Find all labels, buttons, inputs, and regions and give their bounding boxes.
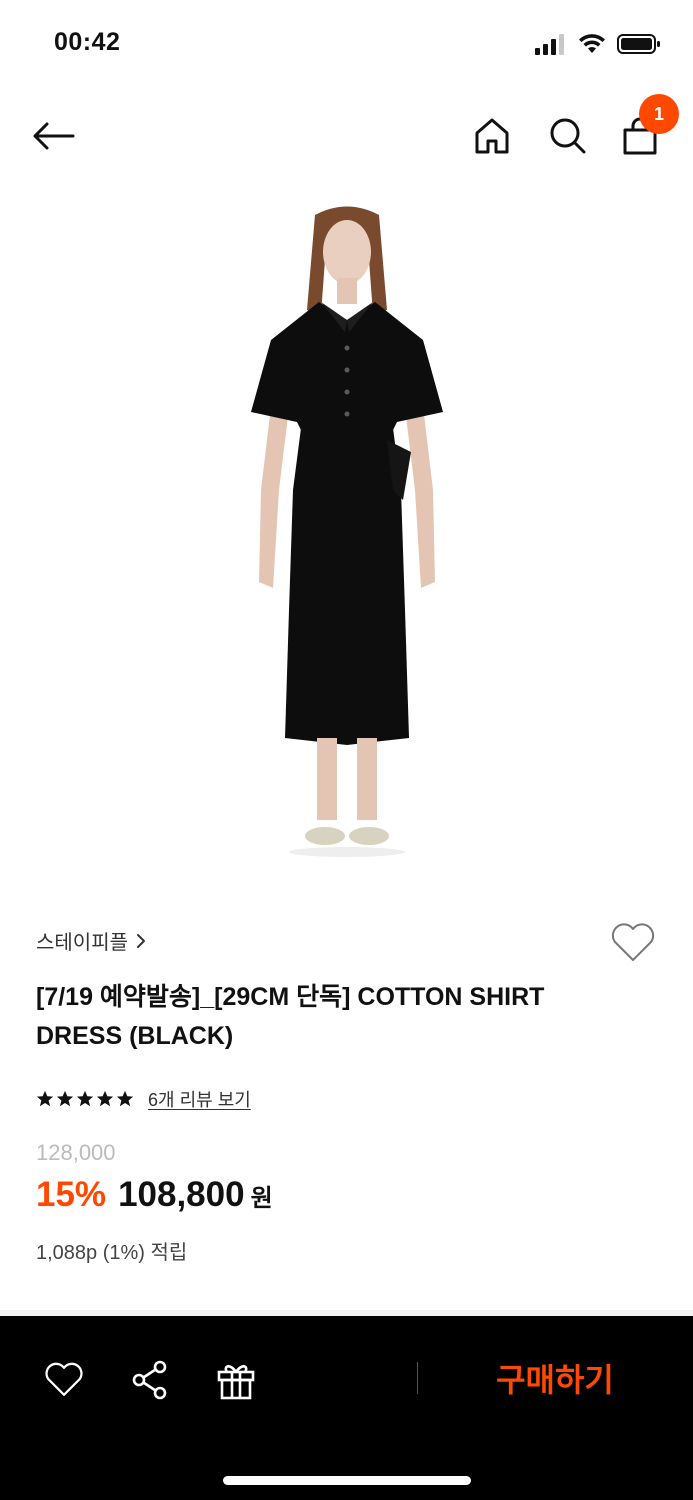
search-icon (550, 118, 586, 154)
model-face (322, 220, 371, 284)
home-button[interactable] (470, 112, 514, 160)
bottom-action-bar: 구매하기 (0, 1316, 693, 1500)
product-photo (250, 206, 443, 857)
status-icons (535, 30, 661, 58)
share-icon (132, 1360, 167, 1400)
brand-name: 스테이피플 (36, 932, 128, 954)
sale-price: 108,800 (118, 1175, 245, 1214)
model-right-leg (356, 738, 377, 820)
home-icon (475, 118, 509, 154)
search-button[interactable] (546, 112, 590, 160)
chevron-right-icon (137, 933, 145, 948)
cart-count-badge: 1 (639, 94, 679, 134)
product-title: [7/19 예약발송]_[29CM 단독] COTTON SHIRT DRESS… (36, 983, 545, 1050)
review-link[interactable]: 6개 리뷰 보기 (148, 1086, 251, 1112)
star-icon (96, 1090, 114, 1107)
model-right-arm (404, 406, 435, 588)
price-row: 15% 108,800 원 (36, 1175, 273, 1215)
heart-outline-icon (611, 923, 655, 961)
wishlist-button[interactable] (608, 920, 658, 966)
model-right-sandal (348, 827, 389, 845)
model-neck (336, 278, 357, 304)
star-icon (116, 1090, 134, 1107)
gift-button[interactable] (210, 1356, 262, 1404)
currency-unit: 원 (250, 1185, 273, 1212)
gift-icon (217, 1365, 255, 1400)
wifi-icon (579, 34, 605, 53)
model-left-leg (316, 738, 337, 820)
star-icon (56, 1090, 74, 1107)
star-icon (36, 1090, 54, 1107)
arrow-left-icon (33, 122, 75, 150)
back-button[interactable] (28, 114, 78, 158)
battery-icon (617, 34, 660, 54)
brand-link[interactable]: 스테이피플 (36, 926, 146, 955)
original-price: 128,000 (36, 1140, 116, 1165)
buy-button[interactable]: 구매하기 (440, 1346, 670, 1410)
share-button[interactable] (124, 1356, 176, 1404)
like-button[interactable] (38, 1356, 90, 1404)
top-nav (0, 100, 693, 172)
discount-rate: 15% (36, 1175, 107, 1214)
dress-skirt (284, 428, 409, 745)
home-indicator (223, 1476, 471, 1485)
status-bar: 00:42 (0, 0, 693, 88)
product-image[interactable] (0, 190, 693, 880)
model-left-arm (258, 406, 289, 588)
star-icon (76, 1090, 94, 1107)
dress-top (250, 302, 443, 430)
model-left-sandal (304, 827, 345, 845)
bottom-bar-separator (417, 1362, 418, 1394)
rating-row: 6개 리뷰 보기 (36, 1086, 251, 1112)
heart-icon (45, 1362, 83, 1396)
status-time: 00:42 (54, 28, 121, 56)
reward-points: 1,088p (1%) 적립 (36, 1242, 188, 1264)
cellular-signal-icon (535, 34, 564, 55)
rating-stars (36, 1090, 134, 1108)
